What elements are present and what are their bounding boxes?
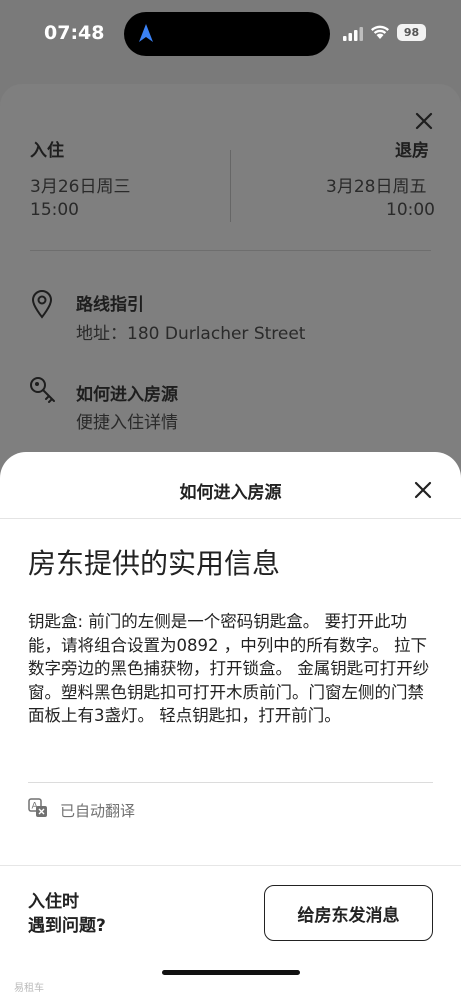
auto-translated-label: 已自动翻译 xyxy=(60,802,136,820)
checkout-time: 10:00 xyxy=(386,200,435,220)
cellular-signal-icon xyxy=(343,27,363,41)
access-title[interactable]: 如何进入房源 xyxy=(76,380,178,405)
access-subtitle: 便捷入住详情 xyxy=(76,413,178,433)
checkin-time: 15:00 xyxy=(30,200,79,220)
battery-indicator: 98 xyxy=(397,24,426,41)
modal-header: 如何进入房源 xyxy=(0,452,461,519)
close-icon[interactable] xyxy=(414,481,432,499)
date-divider xyxy=(230,150,231,222)
directions-address: 地址：180 Durlacher Street xyxy=(76,324,306,344)
translate-icon: A xyxy=(28,798,47,817)
access-instructions: 钥匙盒: 前门的左侧是一个密码钥匙盒。 要打开此功能，请将组合设置为0892 ，… xyxy=(28,612,430,725)
content-divider xyxy=(28,782,433,783)
home-indicator[interactable] xyxy=(162,970,300,975)
wifi-icon xyxy=(371,25,389,39)
help-question: 入住时 遇到问题? xyxy=(28,890,106,938)
status-bar: 07:48 98 xyxy=(0,0,461,70)
map-pin-icon xyxy=(31,290,53,319)
checkin-label: 入住 xyxy=(30,141,64,161)
section-divider xyxy=(30,250,431,251)
watermark: 易租车 xyxy=(14,983,44,994)
message-host-button[interactable]: 给房东发消息 xyxy=(264,885,433,941)
checkout-label: 退房 xyxy=(395,141,429,161)
location-arrow-icon xyxy=(139,24,153,42)
checkout-date: 3月28日周五 xyxy=(326,177,427,197)
dynamic-island xyxy=(124,12,330,56)
directions-title[interactable]: 路线指引 xyxy=(76,290,144,315)
access-info-modal: 如何进入房源 房东提供的实用信息 钥匙盒: 前门的左侧是一个密码钥匙盒。 要打开… xyxy=(0,452,461,1000)
close-icon[interactable] xyxy=(415,112,433,130)
key-icon xyxy=(30,377,55,403)
status-time: 07:48 xyxy=(44,22,105,44)
help-question-line1: 入住时 xyxy=(28,892,79,912)
modal-headline: 房东提供的实用信息 xyxy=(28,547,281,580)
checkin-date: 3月26日周三 xyxy=(30,177,131,197)
help-question-line2: 遇到问题? xyxy=(28,916,106,936)
footer-divider xyxy=(0,865,461,866)
modal-title: 如何进入房源 xyxy=(179,483,282,503)
